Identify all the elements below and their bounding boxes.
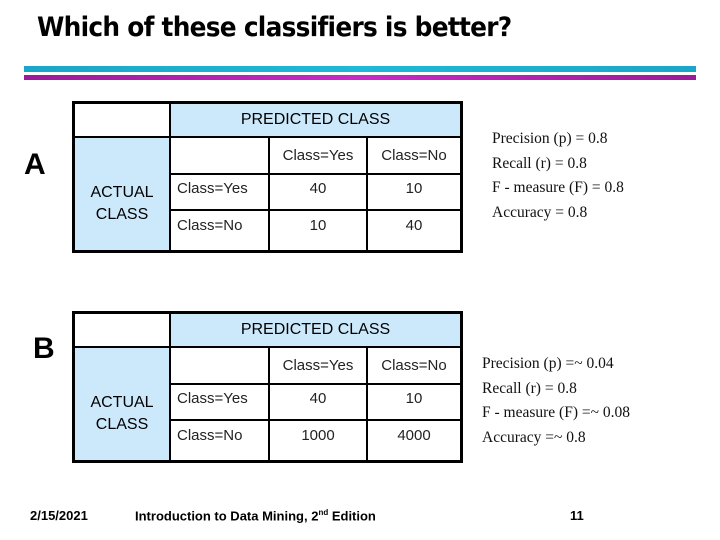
metric-recall: Recall (r) = 0.8 (492, 154, 587, 172)
metric-recall: Recall (r) = 0.8 (482, 379, 577, 397)
matrix-cell: 40 (268, 172, 368, 211)
matrix-cell: 1000 (268, 418, 368, 463)
matrix-cell: 40 (268, 382, 368, 421)
matrix-cell: 10 (366, 172, 463, 211)
matrix-cell: 10 (366, 382, 463, 421)
title-rule-magenta (24, 75, 696, 80)
column-header: Class=Yes (268, 345, 368, 385)
matrix-cell: 4000 (366, 418, 463, 463)
footer-date: 2/15/2021 (30, 508, 88, 523)
metric-precision: Precision (p) =~ 0.04 (482, 355, 614, 372)
row-header: Class=No (169, 208, 270, 253)
footer-page-number: 11 (570, 508, 584, 523)
column-header: Class=No (366, 345, 463, 385)
matrix-cell: 10 (268, 208, 368, 253)
actual-class-header: ACTUAL CLASS (72, 135, 171, 253)
empty-cell (169, 345, 270, 385)
column-header: Class=No (366, 135, 463, 175)
metrics-a: Precision (p) = 0.8 Recall (r) = 0.8 F -… (492, 127, 624, 225)
matrix-cell: 40 (366, 208, 463, 253)
metric-accuracy: Accuracy =~ 0.8 (482, 428, 586, 446)
confusion-matrix-b: PREDICTED CLASS ACTUAL CLASS Class=Yes C… (72, 311, 463, 463)
row-header: Class=No (169, 418, 270, 463)
metric-f-measure: F - measure (F) =~ 0.08 (482, 404, 630, 421)
corner-cell (72, 311, 171, 348)
title-rule-cyan (24, 66, 696, 72)
metrics-b: Precision (p) =~ 0.04 Recall (r) = 0.8 F… (482, 352, 630, 450)
predicted-class-header: PREDICTED CLASS (169, 311, 463, 348)
metric-f-measure: F - measure (F) = 0.8 (492, 179, 624, 196)
predicted-class-header: PREDICTED CLASS (169, 101, 463, 138)
footer-book-title: Introduction to Data Mining, 2nd Edition (135, 508, 376, 524)
row-header: Class=Yes (169, 172, 270, 211)
metric-precision: Precision (p) = 0.8 (492, 130, 608, 147)
row-header: Class=Yes (169, 382, 270, 421)
slide-title: Which of these classifiers is better? (37, 12, 512, 43)
empty-cell (169, 135, 270, 175)
actual-class-header: ACTUAL CLASS (72, 345, 171, 463)
corner-cell (72, 101, 171, 138)
classifier-a-label: A (24, 148, 46, 181)
confusion-matrix-a: PREDICTED CLASS ACTUAL CLASS Class=Yes C… (72, 101, 463, 253)
column-header: Class=Yes (268, 135, 368, 175)
metric-accuracy: Accuracy = 0.8 (492, 203, 588, 221)
classifier-b-label: B (33, 332, 55, 365)
